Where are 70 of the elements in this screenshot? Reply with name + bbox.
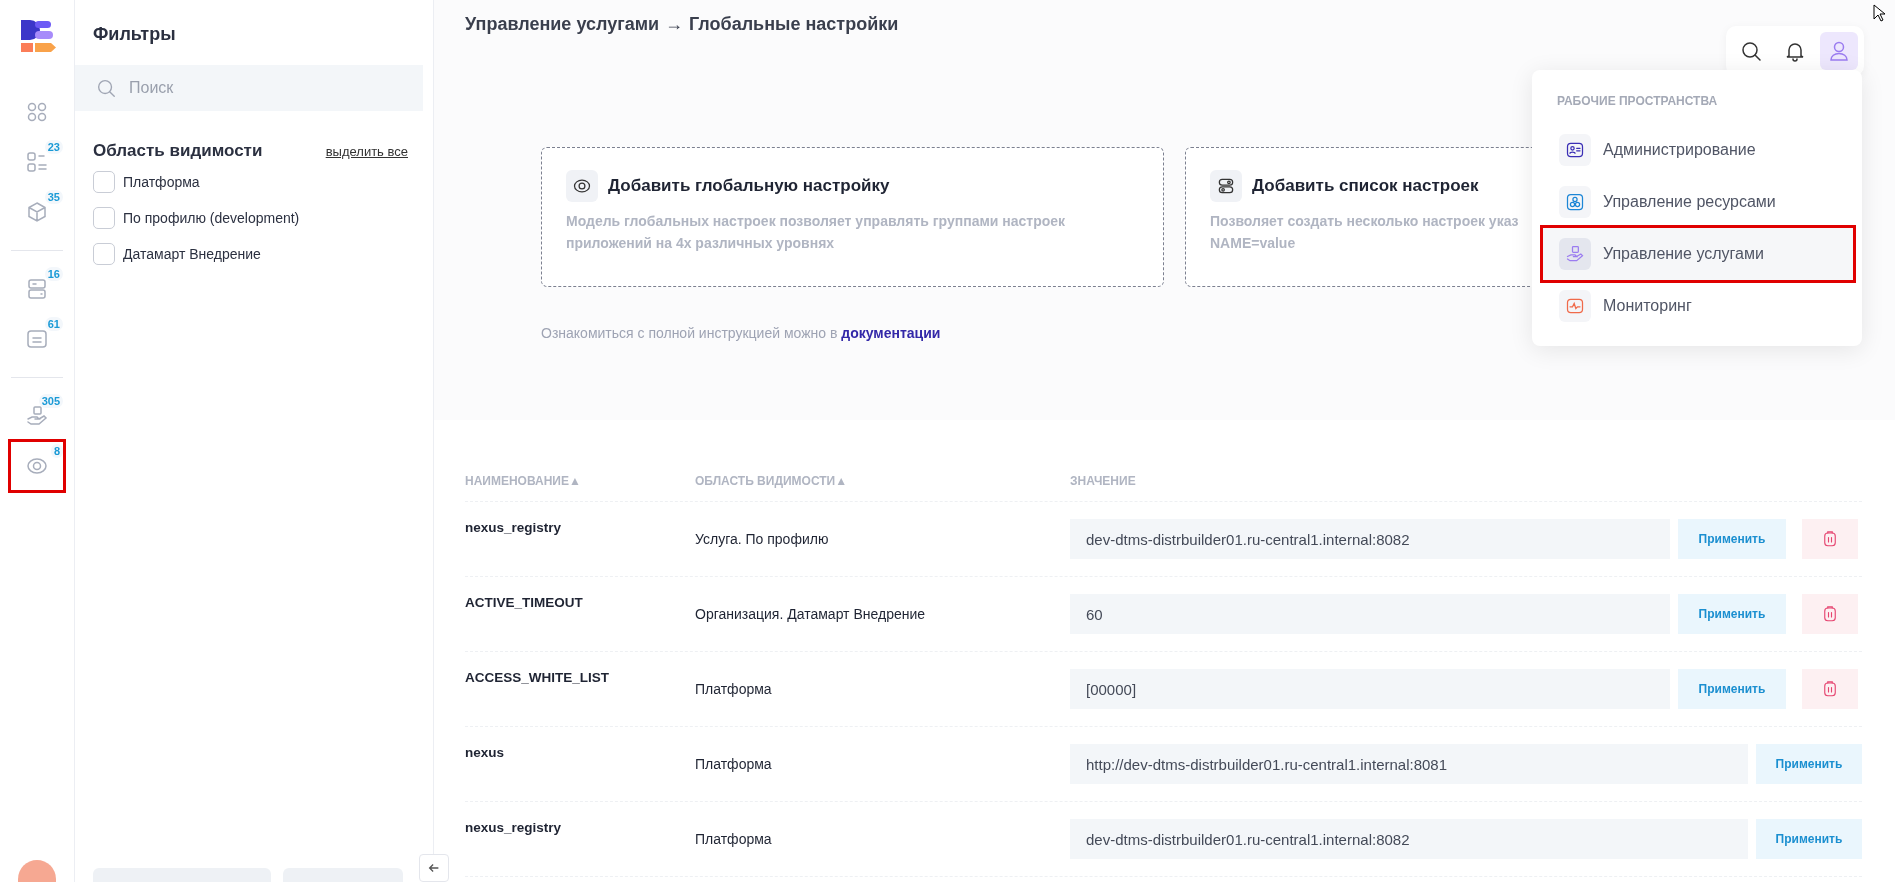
card-title: Добавить глобальную настройку	[608, 176, 890, 196]
value-field[interactable]: 60	[1070, 594, 1670, 634]
help-text: Ознакомиться с полной инструкцией можно в	[541, 325, 838, 341]
count-badge: 16	[44, 267, 63, 281]
collapse-button[interactable]	[419, 854, 449, 882]
hand-icon	[25, 404, 49, 428]
trash-icon	[1821, 605, 1839, 623]
search-icon	[1739, 39, 1763, 63]
search-field[interactable]: Поиск	[75, 65, 423, 111]
breadcrumb-separator: →	[665, 14, 684, 35]
search-icon	[95, 77, 117, 99]
checkbox[interactable]	[93, 171, 115, 193]
resources-icon	[1565, 192, 1585, 212]
trash-icon	[1821, 680, 1839, 698]
count-badge: 305	[38, 394, 63, 408]
panel-title: Фильтры	[93, 24, 177, 45]
count-badge: 35	[44, 190, 63, 204]
list-icon	[25, 150, 49, 174]
grid-icon	[25, 100, 49, 124]
card-description: приложений на 4х различных уровнях	[566, 234, 835, 253]
admin-icon	[1565, 140, 1585, 160]
cube-icon	[25, 200, 49, 224]
scope-cell-text: Услуга. По профилю	[695, 531, 830, 547]
toggles-icon	[1216, 176, 1236, 196]
menu-item[interactable]: Управление услугами	[1543, 228, 1853, 280]
monitoring-icon	[1565, 296, 1585, 316]
count-badge: 8	[50, 444, 63, 458]
section-title: Область видимости	[93, 141, 263, 161]
scope-cell-text: Платформа	[695, 681, 773, 697]
avatar[interactable]	[18, 860, 56, 882]
menu-section-title: РАБОЧИЕ ПРОСТРАНСТВА	[1557, 94, 1719, 108]
value-field[interactable]: http://dev-dtms-distrbuilder01.ru-central1.internal:8081	[1070, 744, 1748, 784]
value-field[interactable]: [00000]	[1070, 669, 1670, 709]
setting-name: nexus_registry	[465, 819, 563, 837]
value-field[interactable]: dev-dtms-distrbuilder01.ru-central1.internal:8082	[1070, 519, 1670, 559]
card-title: Добавить список настроек	[1252, 176, 1479, 196]
breadcrumb-link[interactable]: Управление услугами	[465, 14, 660, 35]
delete-button[interactable]	[1802, 519, 1858, 559]
trash-icon	[1821, 530, 1839, 548]
services-icon	[1565, 244, 1585, 264]
scope-cell-text: Платформа	[695, 756, 773, 772]
setting-name: nexus_registry	[465, 519, 563, 537]
arrow-left-icon	[427, 861, 441, 875]
delete-button[interactable]	[1802, 669, 1858, 709]
card-description: NAME=value	[1210, 234, 1296, 253]
server-icon	[25, 277, 49, 301]
scope-cell-text: Платформа	[695, 831, 773, 847]
checkbox-label: Датамарт Внедрение	[123, 246, 261, 262]
count-badge: 61	[44, 317, 63, 331]
checkbox[interactable]	[93, 243, 115, 265]
select-all-link[interactable]: выделить все	[325, 144, 408, 159]
setting-name: nexus	[465, 744, 506, 762]
checkbox[interactable]	[93, 207, 115, 229]
count-badge: 23	[44, 140, 63, 154]
checkbox-label: По профилю (development)	[123, 210, 300, 226]
terminal-icon	[25, 327, 49, 351]
action-card[interactable]: Добавить глобальную настройку Модель глобальных настроек позволяет управлять группами настроек приложений на 4х различных уровнях	[541, 147, 1164, 287]
docs-link[interactable]: документации	[841, 325, 941, 341]
delete-button[interactable]	[1802, 594, 1858, 634]
page-title: Глобальные настройки	[689, 14, 899, 35]
cursor-icon	[1873, 4, 1885, 22]
user-icon	[1827, 39, 1851, 63]
scope-cell-text: Организация. Датамарт Внедрение	[695, 606, 927, 622]
card-description: Позволяет создать несколько настроек указ	[1210, 212, 1519, 231]
card-description: Модель глобальных настроек позволяет управлять группами настроек	[566, 212, 1066, 231]
setting-name: ACTIVE_TIMEOUT	[465, 594, 584, 612]
setting-name: ACCESS_WHITE_LIST	[465, 669, 611, 687]
checkbox-label: Платформа	[123, 174, 200, 190]
value-field[interactable]: dev-dtms-distrbuilder01.ru-central1.internal:8082	[1070, 819, 1748, 859]
user-button[interactable]	[1820, 32, 1858, 70]
